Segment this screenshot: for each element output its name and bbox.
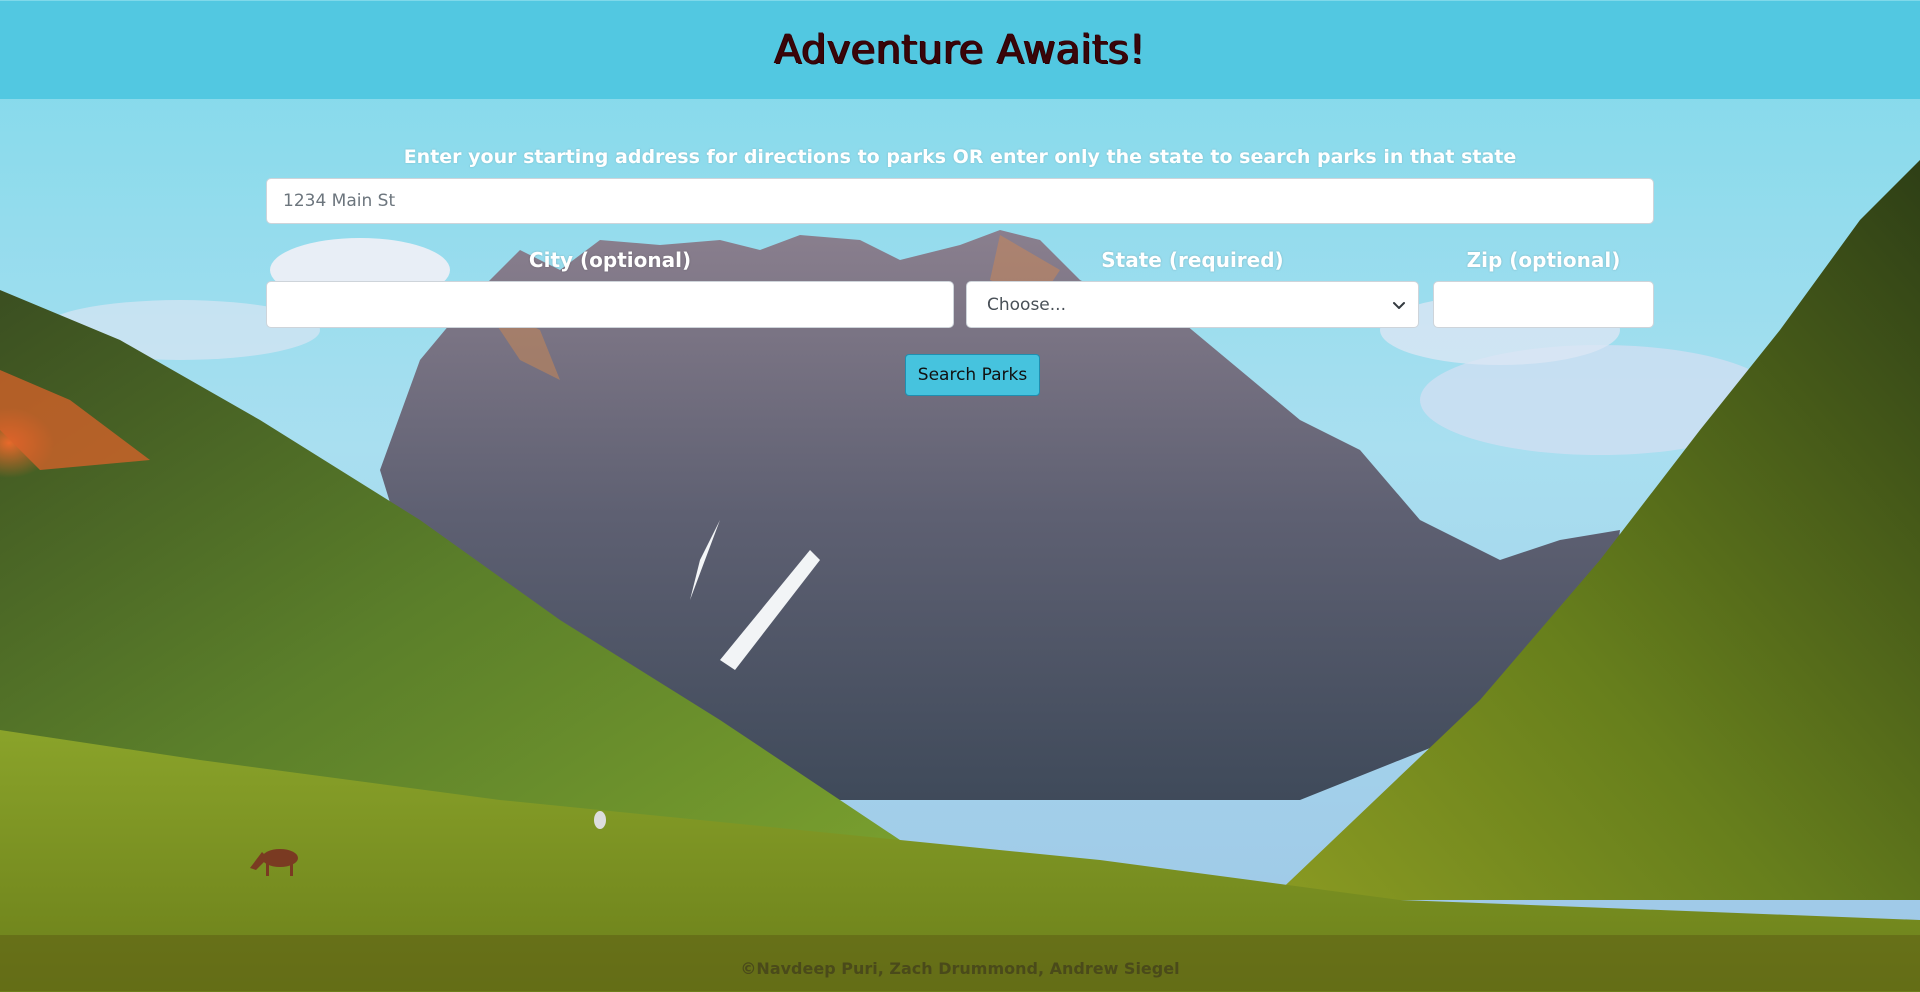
- city-state-zip-row: City (optional) State (required) Choose.…: [266, 248, 1654, 328]
- state-select-value: Choose...: [987, 295, 1066, 315]
- city-label: City (optional): [528, 248, 692, 272]
- footer-credits: ©Navdeep Puri, Zach Drummond, Andrew Sie…: [740, 959, 1180, 978]
- footer: ©Navdeep Puri, Zach Drummond, Andrew Sie…: [0, 935, 1920, 991]
- city-input[interactable]: [266, 281, 954, 328]
- chevron-down-icon: [1392, 298, 1406, 312]
- address-input[interactable]: [266, 178, 1654, 224]
- state-group: State (required) Choose...: [966, 248, 1419, 328]
- search-parks-button[interactable]: Search Parks: [904, 354, 1041, 396]
- state-label: State (required): [1101, 248, 1284, 272]
- submit-row: Search Parks: [266, 354, 1654, 396]
- park-search-form: Enter your starting address for directio…: [266, 146, 1654, 396]
- address-instructions-label: Enter your starting address for directio…: [403, 146, 1517, 168]
- zip-group: Zip (optional): [1433, 248, 1654, 328]
- city-group: City (optional): [266, 248, 954, 328]
- state-select[interactable]: Choose...: [966, 281, 1419, 328]
- zip-label: Zip (optional): [1466, 248, 1621, 272]
- page-title: Adventure Awaits!: [774, 27, 1146, 73]
- zip-input[interactable]: [1433, 281, 1654, 328]
- top-navbar: Adventure Awaits!: [0, 1, 1920, 99]
